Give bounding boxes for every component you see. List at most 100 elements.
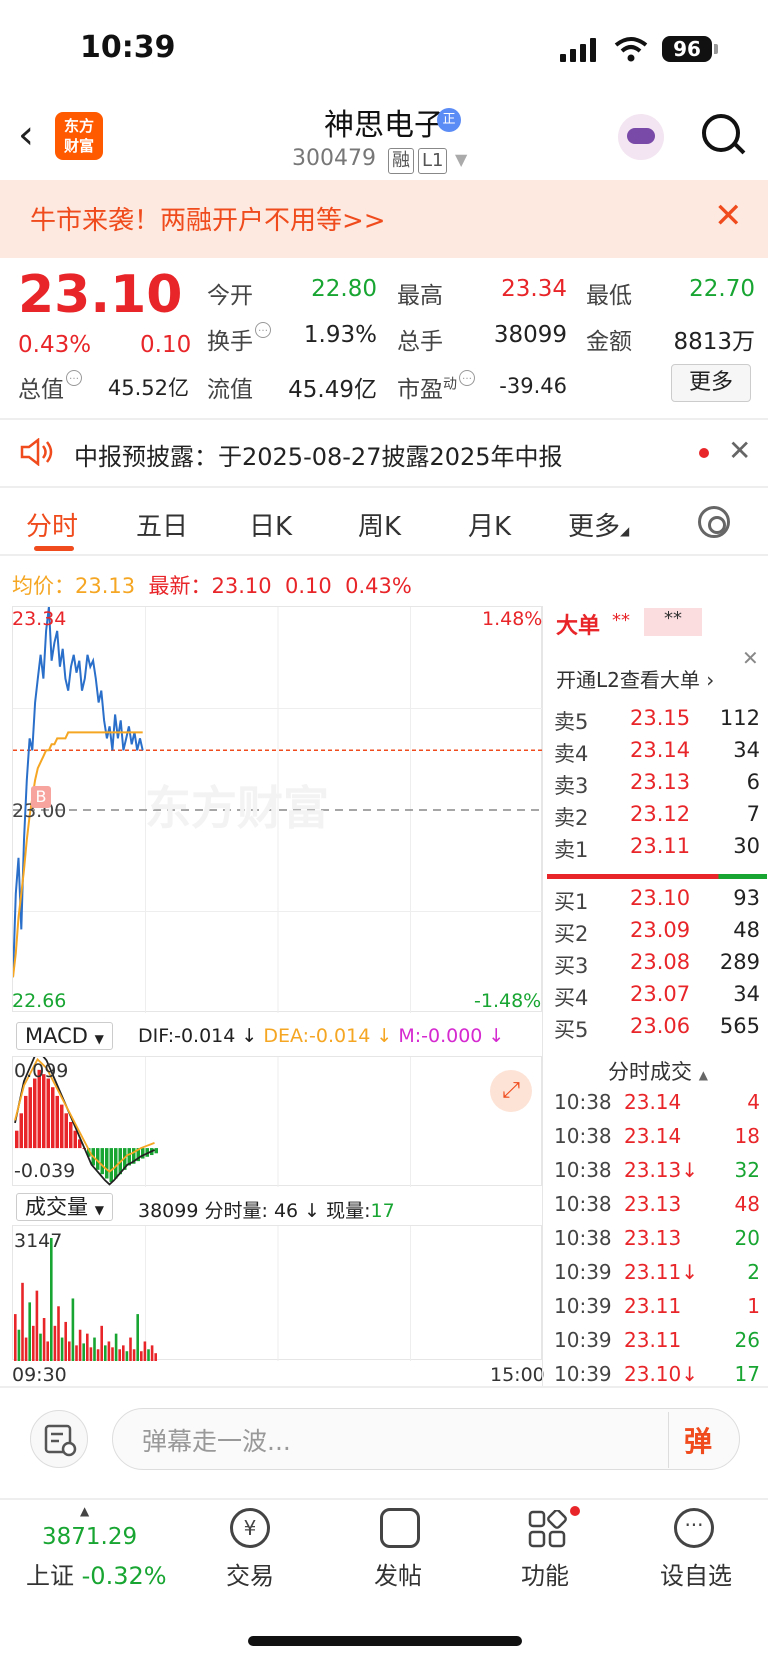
float-value: 45.49亿	[288, 377, 377, 403]
ask-price: 23.14	[630, 738, 691, 762]
promo-text[interactable]: 牛市来袭！两融开户不用等>>	[30, 200, 386, 237]
more-icon[interactable]: ···	[674, 1508, 714, 1548]
ask-row[interactable]: 卖3 23.13 6	[554, 770, 760, 800]
tick-row: 10:38 23.14 18	[554, 1124, 760, 1154]
gear-icon[interactable]	[698, 506, 730, 538]
ask-price: 23.12	[630, 802, 691, 826]
turnover-value: 1.93%	[303, 322, 377, 348]
bid-price: 23.09	[630, 918, 691, 942]
nav-post[interactable]: 发帖	[368, 1556, 428, 1591]
ask-row[interactable]: 卖1 23.11 30	[554, 834, 760, 864]
volume-bar	[118, 1349, 121, 1361]
tick-price: 23.13	[624, 1192, 682, 1216]
avg-value: 23.13	[75, 574, 136, 598]
macd-selector[interactable]: MACD ▼	[16, 1022, 113, 1050]
divider	[0, 418, 768, 420]
apps-icon[interactable]	[528, 1509, 568, 1554]
nav-trade[interactable]: 交易	[220, 1556, 280, 1591]
tab-daily-k[interactable]: 日K	[249, 506, 292, 543]
assistant-avatar[interactable]	[618, 114, 664, 160]
bid-row[interactable]: 买4 23.07 34	[554, 982, 760, 1012]
volume-values: 38099 分时量: 46 ↓ 现量:17	[138, 1196, 395, 1223]
tab-intraday[interactable]: 分时	[26, 506, 78, 543]
post-icon[interactable]	[380, 1508, 420, 1548]
close-icon[interactable]: ✕	[728, 434, 751, 467]
nav-functions[interactable]: 功能	[515, 1556, 575, 1591]
notice-text[interactable]: 中报预披露：于2025-08-27披露2025年中报	[74, 437, 563, 472]
bid-price: 23.08	[630, 950, 691, 974]
danmaku-settings-icon[interactable]	[30, 1410, 88, 1468]
index-name[interactable]: 上证 -0.32%	[26, 1556, 167, 1591]
bid-ask-ratio-bar	[547, 874, 767, 879]
tab-weekly-k[interactable]: 周K	[358, 506, 401, 543]
ask-price: 23.15	[630, 706, 691, 730]
bid-row[interactable]: 买5 23.06 565	[554, 1014, 760, 1044]
tick-volume: 17	[734, 1362, 760, 1386]
tick-time: 10:38	[554, 1158, 612, 1182]
volume-bar	[136, 1314, 139, 1361]
ask-label: 卖3	[554, 774, 589, 798]
watermark: 东方财富	[145, 781, 329, 835]
tab-monthly-k[interactable]: 月K	[468, 506, 511, 543]
status-time: 10:39	[80, 30, 176, 65]
volume-bar	[107, 1341, 111, 1361]
bid-volume: 34	[733, 982, 760, 1006]
macd-chart[interactable]	[12, 1048, 542, 1187]
ask-row[interactable]: 卖4 23.14 34	[554, 738, 760, 768]
macd-max-label: 0.099	[14, 1060, 69, 1082]
nav-add-watchlist[interactable]: 设自选	[656, 1556, 736, 1591]
volume-bar	[143, 1341, 147, 1361]
chevron-down-icon[interactable]: ▼	[455, 150, 467, 169]
index-value[interactable]: 3871.29	[42, 1524, 137, 1550]
tick-row: 10:38 23.13 48	[554, 1192, 760, 1222]
tick-time: 10:39	[554, 1294, 612, 1318]
divider	[0, 1386, 768, 1388]
tab-five-day[interactable]: 五日	[136, 506, 188, 543]
ask-volume: 112	[719, 706, 760, 730]
chevron-up-icon[interactable]: ▲	[80, 1504, 89, 1518]
trade-icon[interactable]: ¥	[230, 1508, 270, 1548]
macd-bar	[15, 1130, 19, 1149]
ask-row[interactable]: 卖5 23.15 112	[554, 706, 760, 736]
expand-icon[interactable]: ⤢	[490, 1070, 532, 1112]
home-indicator[interactable]	[248, 1636, 522, 1646]
bid-row[interactable]: 买1 23.10 93	[554, 886, 760, 916]
l2-upsell-link[interactable]: 开通L2查看大单 ›	[556, 664, 714, 693]
bid-row[interactable]: 买3 23.08 289	[554, 950, 760, 980]
volume-bar	[32, 1325, 35, 1361]
bid-row[interactable]: 买2 23.09 48	[554, 918, 760, 948]
avg-label: 均价：	[12, 574, 75, 598]
volume-bar	[24, 1337, 28, 1361]
volume-bar	[68, 1341, 71, 1361]
volume-bar	[140, 1351, 143, 1361]
volume-bar	[50, 1238, 53, 1361]
volume-bar	[71, 1298, 75, 1361]
volume-selector[interactable]: 成交量 ▼	[16, 1193, 113, 1221]
volume-bar	[104, 1345, 107, 1361]
tab-more[interactable]: 更多◢	[568, 506, 629, 543]
tick-volume: 2	[747, 1260, 760, 1284]
tick-time: 10:38	[554, 1226, 612, 1250]
price-summary: 均价：23.13 最新：23.10 0.10 0.43%	[12, 570, 412, 600]
ask-label: 卖4	[554, 742, 589, 766]
tick-volume: 1	[747, 1294, 760, 1318]
volume-chart[interactable]	[12, 1225, 542, 1361]
tick-time: 10:39	[554, 1328, 612, 1352]
ticks-title[interactable]: 分时成交 ▲	[608, 1056, 708, 1086]
tick-volume: 48	[734, 1192, 760, 1216]
close-icon[interactable]: ✕	[714, 196, 743, 236]
volume-bar	[111, 1347, 114, 1361]
divider	[0, 1498, 768, 1500]
danmaku-send-button[interactable]: 弹	[684, 1420, 712, 1460]
change-amount: 0.10	[140, 332, 192, 358]
pe-value: -39.46	[499, 374, 567, 398]
ask-row[interactable]: 卖2 23.12 7	[554, 802, 760, 832]
volume-bar	[114, 1333, 118, 1361]
series-avg-line	[12, 731, 143, 978]
close-icon[interactable]: ✕	[742, 646, 759, 670]
tick-row: 10:39 23.11↓ 2	[554, 1260, 760, 1290]
tab-underline	[34, 546, 74, 551]
y-min-pct-label: -1.48%	[474, 990, 542, 1012]
more-button[interactable]: 更多	[671, 364, 751, 402]
current-price: 23.10	[18, 265, 183, 325]
